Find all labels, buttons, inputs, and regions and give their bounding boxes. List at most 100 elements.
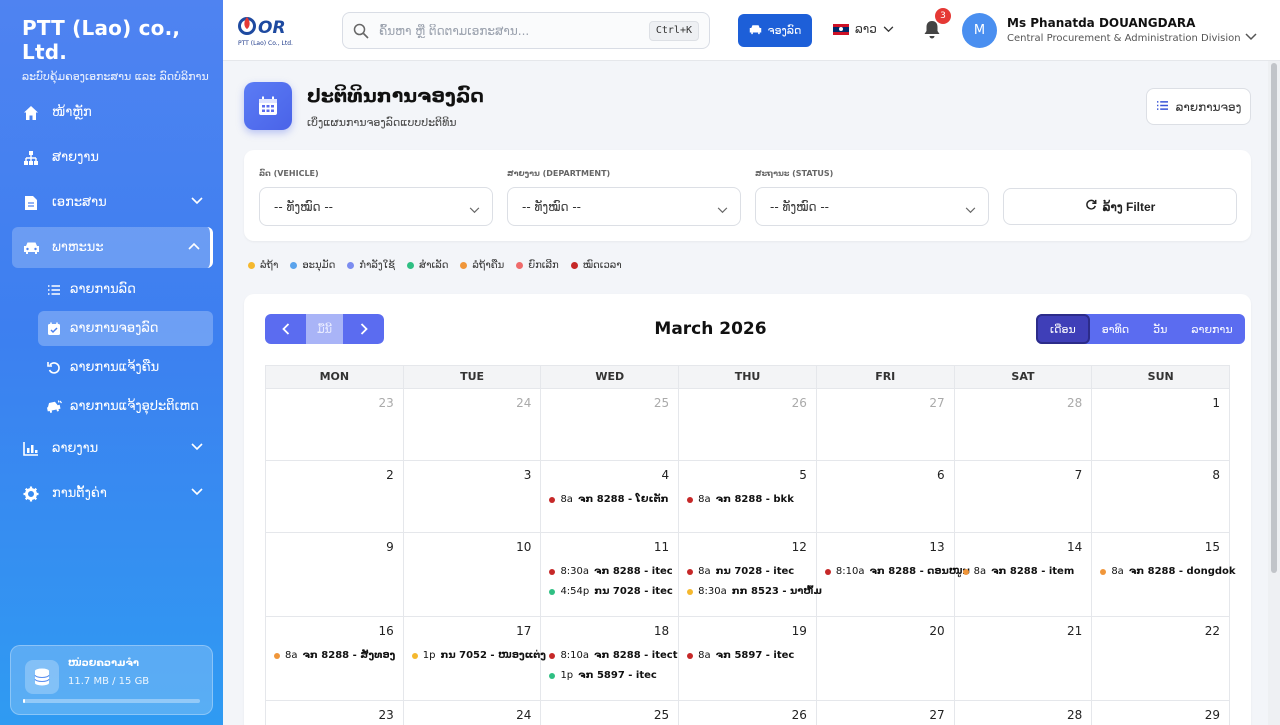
- day-number[interactable]: 11: [654, 540, 669, 554]
- view-week-button[interactable]: ອາທິດ: [1090, 314, 1141, 344]
- calendar-event[interactable]: 8a ຈກ 8288 - bkk: [687, 494, 794, 505]
- calendar-day-cell[interactable]: 13 8:10a ຈກ 8288 - ດອນໜູນ: [816, 533, 970, 617]
- calendar-day-cell[interactable]: 1: [1092, 389, 1231, 461]
- calendar-day-cell[interactable]: 14 8a ຈກ 8288 - item: [954, 533, 1093, 617]
- sidebar-item-departments[interactable]: ສາຍງານ: [12, 137, 213, 178]
- calendar-day-cell[interactable]: 26: [679, 389, 817, 461]
- day-number[interactable]: 3: [524, 468, 532, 482]
- calendar-day-cell[interactable]: 25: [541, 701, 680, 725]
- calendar-event[interactable]: 1p ກນ 7052 - ໜອງແຕ່ງ: [411, 650, 546, 661]
- calendar-day-cell[interactable]: 24: [404, 701, 542, 725]
- day-number[interactable]: 18: [654, 624, 669, 638]
- day-number[interactable]: 25: [654, 396, 669, 410]
- day-number[interactable]: 8: [1212, 468, 1220, 482]
- calendar-event[interactable]: 8:10a ຈກ 8288 - ດອນໜູນ: [824, 566, 970, 577]
- calendar-day-cell[interactable]: 8: [1092, 461, 1231, 533]
- user-menu-chevron-icon[interactable]: [1245, 26, 1257, 45]
- sidebar-item-settings[interactable]: ການຕັ້ງຄ່າ: [12, 473, 213, 514]
- day-number[interactable]: 27: [929, 708, 944, 722]
- calendar-day-cell[interactable]: 23: [266, 701, 404, 725]
- day-number[interactable]: 7: [1075, 468, 1083, 482]
- calendar-day-cell[interactable]: 25: [541, 389, 680, 461]
- calendar-event[interactable]: 8a ກນ 7028 - itec: [687, 566, 794, 577]
- day-number[interactable]: 17: [516, 624, 531, 638]
- day-number[interactable]: 1: [1212, 396, 1220, 410]
- day-number[interactable]: 2: [386, 468, 394, 482]
- calendar-day-cell[interactable]: 22: [1092, 617, 1231, 701]
- day-number[interactable]: 25: [654, 708, 669, 722]
- calendar-event[interactable]: 8:10a ຈກ 8288 - itect: [549, 650, 677, 661]
- day-number[interactable]: 23: [378, 708, 393, 722]
- calendar-event[interactable]: 8a ຈກ 8288 - item: [962, 566, 1074, 577]
- view-day-button[interactable]: ວັນ: [1141, 314, 1179, 344]
- sidebar-item-home[interactable]: ໜ້າຫຼັກ: [12, 92, 213, 133]
- calendar-day-cell[interactable]: 29: [1092, 701, 1231, 725]
- calendar-day-cell[interactable]: 4 8a ຈກ 8288 - ໂຍເຕັກ: [541, 461, 680, 533]
- day-number[interactable]: 26: [792, 708, 807, 722]
- day-number[interactable]: 19: [792, 624, 807, 638]
- day-number[interactable]: 12: [792, 540, 807, 554]
- calendar-day-cell[interactable]: 15 8a ຈກ 8288 - dongdok: [1092, 533, 1236, 617]
- calendar-day-cell[interactable]: 12 8a ກນ 7028 - itec 8:30a ກກ 8523 - ນາຫົ້ມ: [679, 533, 822, 617]
- day-number[interactable]: 27: [929, 396, 944, 410]
- day-number[interactable]: 13: [929, 540, 944, 554]
- day-number[interactable]: 21: [1067, 624, 1082, 638]
- calendar-day-cell[interactable]: 17 1p ກນ 7052 - ໜອງແຕ່ງ: [403, 617, 546, 701]
- calendar-event[interactable]: 1p ຈກ 5897 - itec: [549, 670, 657, 681]
- calendar-event[interactable]: 8a ຈກ 8288 - ໂຍເຕັກ: [549, 494, 669, 505]
- day-number[interactable]: 10: [516, 540, 531, 554]
- calendar-day-cell[interactable]: 23: [266, 389, 404, 461]
- view-list-button[interactable]: ລາຍການ: [1179, 314, 1244, 344]
- calendar-day-cell[interactable]: 3: [403, 461, 542, 533]
- company-logo[interactable]: OR PTT (Lao) Co., Ltd.: [238, 14, 300, 48]
- day-number[interactable]: 16: [378, 624, 393, 638]
- calendar-event[interactable]: 8a ຈກ 5897 - itec: [687, 650, 794, 661]
- day-number[interactable]: 15: [1205, 540, 1220, 554]
- calendar-day-cell[interactable]: 7: [954, 461, 1093, 533]
- vehicle-select[interactable]: -- ທັງໝົດ --: [259, 187, 493, 226]
- sidebar-subitem-vehicle-list[interactable]: ລາຍການລົດ: [38, 272, 213, 307]
- view-month-button[interactable]: ເດືອນ: [1036, 314, 1090, 344]
- calendar-day-cell[interactable]: 19 8a ຈກ 5897 - itec: [679, 617, 817, 701]
- search-input[interactable]: [379, 21, 629, 41]
- calendar-event[interactable]: 8:30a ກກ 8523 - ນາຫົ້ມ: [687, 586, 822, 597]
- calendar-day-cell[interactable]: 5 8a ຈກ 8288 - bkk: [679, 461, 817, 533]
- book-vehicle-button[interactable]: ຈອງລົດ: [738, 14, 812, 47]
- calendar-day-cell[interactable]: 16 8a ຈກ 8288 - ສັງທອງ: [266, 617, 404, 701]
- sidebar-item-reports[interactable]: ລາຍງານ: [12, 428, 213, 469]
- calendar-day-cell[interactable]: 9: [266, 533, 404, 617]
- calendar-day-cell[interactable]: 26: [679, 701, 817, 725]
- calendar-event[interactable]: 8a ຈກ 8288 - ສັງທອງ: [274, 650, 395, 661]
- sidebar-item-documents[interactable]: ເອກະສານ: [12, 182, 213, 223]
- day-number[interactable]: 9: [386, 540, 394, 554]
- page-scrollbar[interactable]: [1268, 61, 1280, 725]
- calendar-event[interactable]: 8a ຈກ 8288 - dongdok: [1100, 566, 1236, 577]
- calendar-day-cell[interactable]: 18 8:10a ຈກ 8288 - itect 1p ຈກ 5897 - itec: [541, 617, 680, 701]
- sidebar-item-vehicles[interactable]: ພາຫະນະ: [12, 227, 213, 268]
- calendar-day-cell[interactable]: 28: [954, 389, 1093, 461]
- search-box[interactable]: Ctrl+K: [342, 12, 710, 49]
- calendar-day-cell[interactable]: 27: [817, 701, 955, 725]
- day-number[interactable]: 6: [937, 468, 945, 482]
- sidebar-subitem-accidents[interactable]: ລາຍການແຈ້ງອຸປະຕິເຫດ: [38, 389, 213, 424]
- day-number[interactable]: 5: [799, 468, 807, 482]
- department-select[interactable]: -- ທັງໝົດ --: [507, 187, 741, 226]
- booking-list-button[interactable]: ລາຍການຈອງ: [1146, 88, 1251, 125]
- calendar-day-cell[interactable]: 24: [403, 389, 542, 461]
- calendar-day-cell[interactable]: 11 8:30a ຈກ 8288 - itec 4:54p ກນ 7028 - itec: [541, 533, 680, 617]
- day-number[interactable]: 4: [662, 468, 670, 482]
- day-number[interactable]: 23: [378, 396, 393, 410]
- calendar-event[interactable]: 4:54p ກນ 7028 - itec: [549, 586, 673, 597]
- day-number[interactable]: 24: [516, 708, 531, 722]
- language-selector[interactable]: ລາວ: [833, 22, 894, 36]
- calendar-day-cell[interactable]: 10: [403, 533, 542, 617]
- day-number[interactable]: 28: [1067, 708, 1082, 722]
- day-number[interactable]: 29: [1205, 708, 1220, 722]
- calendar-day-cell[interactable]: 20: [816, 617, 955, 701]
- status-select[interactable]: -- ທັງໝົດ --: [755, 187, 989, 226]
- sidebar-subitem-bookings[interactable]: ລາຍການຈອງລົດ: [38, 311, 213, 346]
- day-number[interactable]: 14: [1067, 540, 1082, 554]
- sidebar-subitem-returns[interactable]: ລາຍການແຈ້ງຄືນ: [38, 350, 213, 385]
- calendar-day-cell[interactable]: 21: [954, 617, 1093, 701]
- calendar-day-cell[interactable]: 2: [266, 461, 404, 533]
